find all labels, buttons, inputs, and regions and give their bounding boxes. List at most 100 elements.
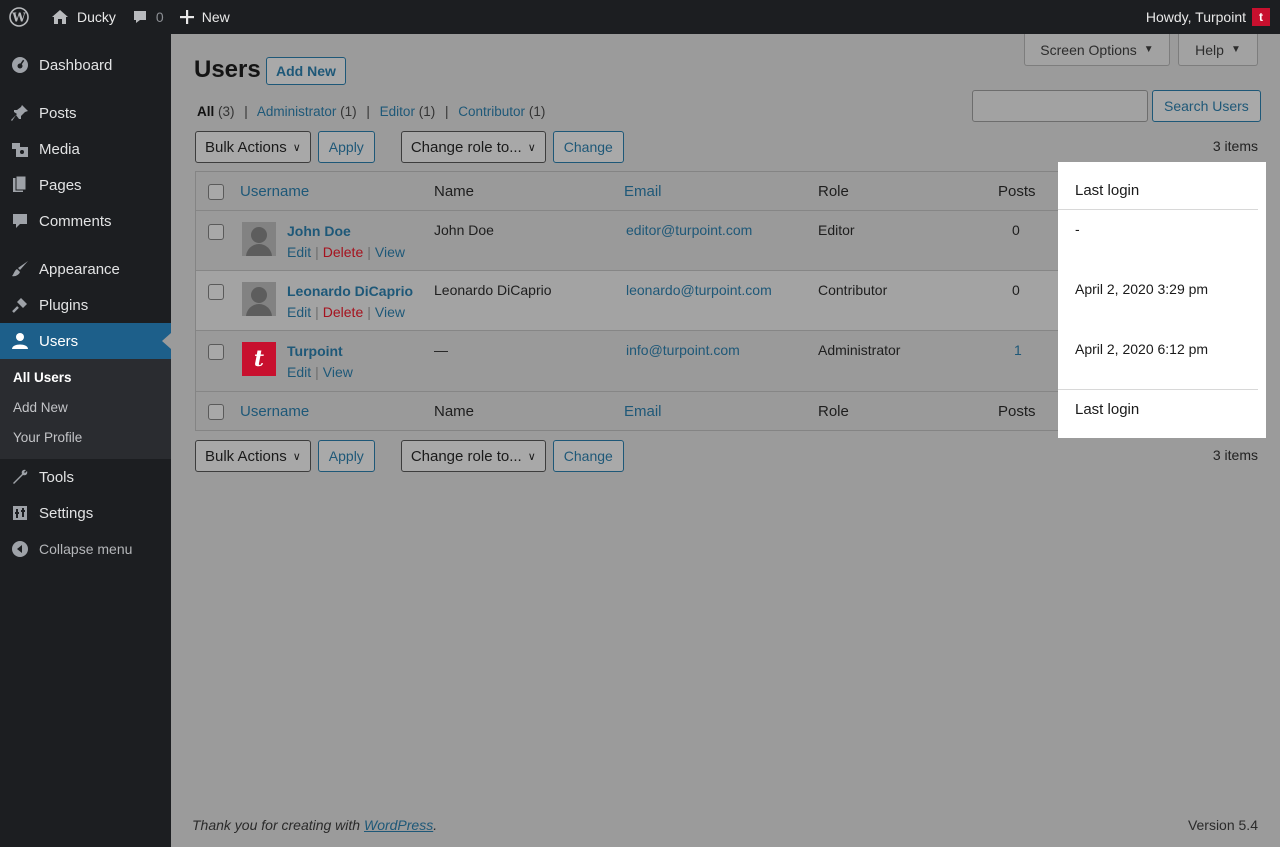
- footer-version: Version 5.4: [1187, 817, 1258, 833]
- menu-label: Appearance: [39, 260, 120, 278]
- menu-label: Posts: [39, 104, 77, 122]
- site-name: Ducky: [77, 9, 116, 25]
- collapse-menu-button[interactable]: Collapse menu: [0, 531, 171, 567]
- column-username[interactable]: Username: [240, 403, 309, 420]
- svg-text:W: W: [11, 11, 26, 25]
- column-username[interactable]: Username: [240, 183, 309, 200]
- bulk-actions-select[interactable]: Bulk Actions ∨: [195, 131, 311, 163]
- pages-icon: [10, 175, 30, 195]
- email-link[interactable]: info@turpoint.com: [626, 342, 740, 358]
- menu-item-comments[interactable]: Comments: [0, 203, 171, 239]
- view-link[interactable]: View: [375, 244, 405, 260]
- plus-icon: [179, 10, 194, 24]
- screen-options-button[interactable]: Screen Options ▼: [1024, 34, 1170, 66]
- submenu-all-users[interactable]: All Users: [0, 363, 171, 393]
- edit-link[interactable]: Edit: [287, 304, 311, 320]
- apply-button[interactable]: Apply: [317, 440, 375, 472]
- column-last-login: Last login: [1075, 182, 1140, 199]
- menu-item-dashboard[interactable]: Dashboard: [0, 47, 171, 83]
- collapse-icon: [10, 539, 30, 559]
- comments-link[interactable]: 0: [124, 0, 172, 34]
- wordpress-link[interactable]: WordPress: [364, 817, 433, 833]
- menu-label: Media: [39, 140, 80, 158]
- column-email[interactable]: Email: [624, 183, 662, 200]
- role-cell: Contributor: [818, 282, 888, 298]
- tablenav-bottom: Bulk Actions ∨ Apply Change role to... ∨…: [195, 440, 631, 472]
- username-link[interactable]: John Doe: [287, 223, 351, 239]
- footer-thanks-suffix: .: [433, 817, 438, 833]
- view-link[interactable]: View: [323, 364, 353, 380]
- username-link[interactable]: Turpoint: [287, 343, 343, 359]
- posts-link[interactable]: 1: [1014, 342, 1022, 358]
- main-content: Screen Options ▼ Help ▼ Users Add New Al…: [171, 34, 1280, 847]
- submenu-your-profile[interactable]: Your Profile: [0, 423, 171, 453]
- submenu-add-new[interactable]: Add New: [0, 393, 171, 423]
- email-link[interactable]: editor@turpoint.com: [626, 222, 752, 238]
- filter-administrator-count: (1): [340, 104, 357, 119]
- filter-all[interactable]: All: [197, 104, 214, 119]
- change-role-label: Change role to...: [410, 138, 522, 156]
- items-count: 3 items: [1212, 447, 1258, 463]
- username-link[interactable]: Leonardo DiCaprio: [287, 283, 413, 299]
- last-login-cell: April 2, 2020 6:12 pm: [1075, 341, 1209, 357]
- delete-link[interactable]: Delete: [323, 304, 363, 320]
- filter-editor[interactable]: Editor: [380, 104, 415, 119]
- edit-link[interactable]: Edit: [287, 244, 311, 260]
- turpoint-avatar-icon: t: [242, 342, 276, 376]
- menu-item-users[interactable]: Users: [0, 323, 171, 359]
- change-role-button[interactable]: Change: [552, 440, 624, 472]
- menu-item-appearance[interactable]: Appearance: [0, 251, 171, 287]
- bulk-actions-label: Bulk Actions: [205, 447, 287, 465]
- column-role: Role: [818, 183, 849, 200]
- column-role: Role: [818, 403, 849, 420]
- admin-sidebar: Dashboard Posts Media Pages Comments App…: [0, 34, 171, 847]
- delete-link[interactable]: Delete: [323, 244, 363, 260]
- select-all-checkbox[interactable]: [208, 184, 224, 200]
- row-checkbox[interactable]: [208, 344, 224, 360]
- row-actions: Edit | Delete | View: [287, 244, 405, 260]
- change-role-button[interactable]: Change: [552, 131, 624, 163]
- column-email[interactable]: Email: [624, 403, 662, 420]
- filter-contributor[interactable]: Contributor: [458, 104, 525, 119]
- site-name-link[interactable]: Ducky: [43, 0, 124, 34]
- triangle-down-icon: ▼: [1143, 44, 1154, 55]
- menu-item-media[interactable]: Media: [0, 131, 171, 167]
- menu-item-plugins[interactable]: Plugins: [0, 287, 171, 323]
- comments-count: 0: [155, 9, 164, 25]
- filter-administrator[interactable]: Administrator: [257, 104, 337, 119]
- menu-label: Settings: [39, 504, 94, 522]
- screen-options-label: Screen Options: [1040, 41, 1137, 58]
- last-login-cell: April 2, 2020 3:29 pm: [1075, 281, 1209, 297]
- new-content-link[interactable]: New: [172, 0, 238, 34]
- media-icon: [10, 139, 30, 159]
- email-link[interactable]: leonardo@turpoint.com: [626, 282, 772, 298]
- edit-link[interactable]: Edit: [287, 364, 311, 380]
- change-role-select[interactable]: Change role to... ∨: [400, 131, 546, 163]
- menu-item-posts[interactable]: Posts: [0, 95, 171, 131]
- filter-editor-count: (1): [418, 104, 436, 119]
- last-login-column-highlight: Last login - April 2, 2020 3:29 pm April…: [1058, 162, 1266, 438]
- wordpress-logo-icon[interactable]: W: [0, 0, 43, 34]
- comment-icon: [10, 211, 30, 231]
- separator: |: [366, 104, 370, 119]
- change-role-select[interactable]: Change role to... ∨: [400, 440, 546, 472]
- my-account-link[interactable]: Howdy, Turpoint t: [1138, 0, 1280, 34]
- view-link[interactable]: View: [375, 304, 405, 320]
- menu-item-pages[interactable]: Pages: [0, 167, 171, 203]
- search-users-input[interactable]: [972, 90, 1148, 122]
- chevron-down-icon: ∨: [527, 141, 536, 154]
- menu-item-tools[interactable]: Tools: [0, 459, 171, 495]
- user-role-filters: All (3) | Administrator (1) | Editor (1)…: [197, 104, 545, 119]
- menu-item-settings[interactable]: Settings: [0, 495, 171, 531]
- bulk-actions-select[interactable]: Bulk Actions ∨: [195, 440, 311, 472]
- name-cell: Leonardo DiCaprio: [434, 282, 552, 298]
- add-new-user-button[interactable]: Add New: [266, 57, 346, 85]
- new-label: New: [201, 9, 230, 25]
- filter-contributor-count: (1): [528, 104, 546, 119]
- search-users-button[interactable]: Search Users: [1152, 90, 1261, 122]
- row-checkbox[interactable]: [208, 284, 224, 300]
- help-button[interactable]: Help ▼: [1178, 34, 1258, 66]
- apply-button[interactable]: Apply: [317, 131, 375, 163]
- row-checkbox[interactable]: [208, 224, 224, 240]
- select-all-checkbox[interactable]: [208, 404, 224, 420]
